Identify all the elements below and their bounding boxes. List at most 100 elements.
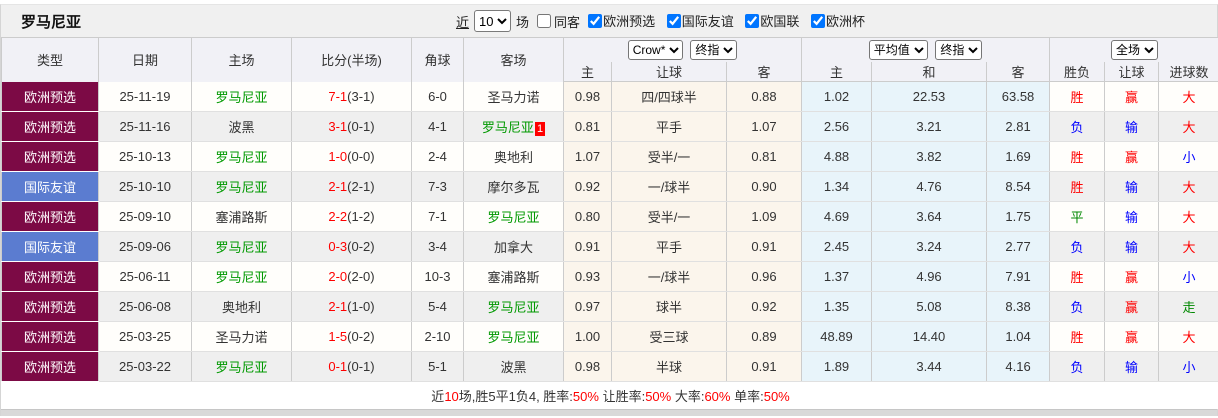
filter-euro-cup-checkbox[interactable] (810, 13, 825, 28)
home-team[interactable]: 波黑 (191, 111, 292, 142)
asian-home-odds: 0.98 (563, 351, 612, 382)
asian-handicap: 平手 (611, 231, 727, 262)
away-team[interactable]: 奥地利 (463, 141, 564, 172)
asian-home-odds: 0.92 (563, 171, 612, 202)
league-badge: 欧洲预选 (1, 201, 99, 232)
euro-draw-odds: 22.53 (871, 81, 988, 112)
asian-handicap: 一/球半 (611, 261, 727, 292)
result-handicap: 输 (1104, 171, 1160, 202)
recent-label[interactable]: 近 (456, 12, 469, 31)
asian-home-odds: 0.91 (563, 231, 612, 262)
home-team[interactable]: 塞浦路斯 (191, 201, 292, 232)
euro-odds-source-select[interactable]: 平均值 (868, 39, 928, 60)
result-goals: 大 (1158, 201, 1218, 232)
result-win-lose: 负 (1049, 111, 1106, 142)
match-date: 25-09-06 (98, 231, 192, 262)
col-header-handicap-result: 让球 (1104, 61, 1160, 82)
home-team[interactable]: 奥地利 (191, 291, 292, 322)
asian-away-odds: 0.89 (725, 321, 803, 352)
same-away-checkbox-label[interactable]: 同客 (529, 12, 580, 31)
euro-home-odds: 4.69 (801, 201, 873, 232)
asian-odds-time-select[interactable]: 终指 (690, 39, 738, 60)
filter-euro-qualifiers-checkbox[interactable] (588, 13, 603, 28)
games-label: 场 (516, 14, 530, 30)
match-date: 25-03-22 (98, 351, 192, 382)
asian-home-odds: 1.07 (563, 141, 612, 172)
score-cell: 7-1(3-1) (291, 81, 412, 112)
same-away-checkbox[interactable] (537, 14, 552, 28)
euro-away-odds: 8.54 (986, 171, 1051, 202)
home-team[interactable]: 罗马尼亚 (191, 351, 292, 382)
home-team[interactable]: 罗马尼亚 (191, 231, 292, 262)
euro-away-odds: 63.58 (986, 81, 1051, 112)
corner-score: 6-0 (411, 81, 464, 112)
home-team[interactable]: 罗马尼亚 (191, 171, 292, 202)
asian-away-odds: 0.88 (725, 81, 803, 112)
result-goals: 小 (1158, 141, 1218, 172)
col-header-score: 比分(半场) (291, 37, 412, 82)
match-date: 25-11-16 (98, 111, 192, 142)
bookmaker-select[interactable]: Crow* (627, 39, 683, 60)
result-goals: 大 (1158, 231, 1218, 262)
euro-odds-group-header: 平均值 终指 (801, 37, 1051, 62)
euro-draw-odds: 3.21 (871, 111, 988, 142)
asian-handicap: 平手 (611, 111, 727, 142)
league-badge: 欧洲预选 (1, 81, 99, 112)
summary-row: 近10场,胜5平1负4, 胜率:50% 让胜率:50% 大率:60% 单率:50… (1, 381, 1218, 409)
period-select[interactable]: 全场 (1111, 39, 1159, 60)
result-handicap: 赢 (1104, 141, 1160, 172)
euro-away-odds: 7.91 (986, 261, 1051, 292)
col-header-home: 主场 (191, 37, 292, 82)
filter-intl-friendly-checkbox[interactable] (666, 13, 681, 28)
euro-away-odds: 1.69 (986, 141, 1051, 172)
result-goals: 小 (1158, 261, 1218, 292)
filter-controls: 近 10 场 同客 欧洲预选 国际友谊 欧国联 欧洲杯 (456, 10, 867, 32)
recent-count-select[interactable]: 10 (474, 10, 512, 32)
filter-euro-qualifiers[interactable]: 欧洲预选 (582, 11, 655, 30)
score-cell: 2-0(2-0) (291, 261, 412, 292)
away-team[interactable]: 加拿大 (463, 231, 564, 262)
away-team[interactable]: 罗马尼亚 (463, 291, 564, 322)
match-date: 25-10-10 (98, 171, 192, 202)
away-team[interactable]: 摩尔多瓦 (463, 171, 564, 202)
away-team[interactable]: 塞浦路斯 (463, 261, 564, 292)
match-date: 25-06-11 (98, 261, 192, 292)
filter-nations-league[interactable]: 欧国联 (739, 11, 799, 30)
asian-home-odds: 0.81 (563, 111, 612, 142)
filter-nations-league-checkbox[interactable] (745, 13, 760, 28)
filter-euro-cup[interactable]: 欧洲杯 (805, 11, 865, 30)
away-team[interactable]: 罗马尼亚 1 (463, 111, 564, 142)
league-badge: 欧洲预选 (1, 321, 99, 352)
euro-odds-time-select[interactable]: 终指 (935, 39, 983, 60)
euro-draw-odds: 3.82 (871, 141, 988, 172)
corner-score: 7-1 (411, 201, 464, 232)
euro-home-odds: 1.34 (801, 171, 873, 202)
col-header-away: 客场 (463, 37, 564, 82)
result-win-lose: 负 (1049, 231, 1106, 262)
score-cell: 2-2(1-2) (291, 201, 412, 232)
euro-home-odds: 1.02 (801, 81, 873, 112)
col-header-corner: 角球 (411, 37, 464, 82)
away-team[interactable]: 罗马尼亚 (463, 321, 564, 352)
euro-home-odds: 1.89 (801, 351, 873, 382)
away-team[interactable]: 圣马力诺 (463, 81, 564, 112)
home-team[interactable]: 罗马尼亚 (191, 261, 292, 292)
home-team[interactable]: 罗马尼亚 (191, 81, 292, 112)
away-team[interactable]: 波黑 (463, 351, 564, 382)
home-team[interactable]: 圣马力诺 (191, 321, 292, 352)
col-header-type: 类型 (1, 37, 99, 82)
euro-away-odds: 2.81 (986, 111, 1051, 142)
result-handicap: 输 (1104, 351, 1160, 382)
home-team[interactable]: 罗马尼亚 (191, 141, 292, 172)
col-header-euro-away: 客 (986, 61, 1051, 82)
result-win-lose: 负 (1049, 351, 1106, 382)
league-badge: 国际友谊 (1, 231, 99, 262)
corner-score: 10-3 (411, 261, 464, 292)
table-row: 欧洲预选 25-11-19 罗马尼亚 7-1(3-1) 6-0 圣马力诺 0.9… (1, 81, 1218, 112)
table-row: 欧洲预选 25-03-22 罗马尼亚 0-1(0-1) 5-1 波黑 0.98 … (1, 351, 1218, 382)
away-team[interactable]: 罗马尼亚 (463, 201, 564, 232)
euro-away-odds: 2.77 (986, 231, 1051, 262)
asian-away-odds: 0.90 (725, 171, 803, 202)
league-badge: 欧洲预选 (1, 111, 99, 142)
filter-intl-friendly[interactable]: 国际友谊 (661, 11, 734, 30)
